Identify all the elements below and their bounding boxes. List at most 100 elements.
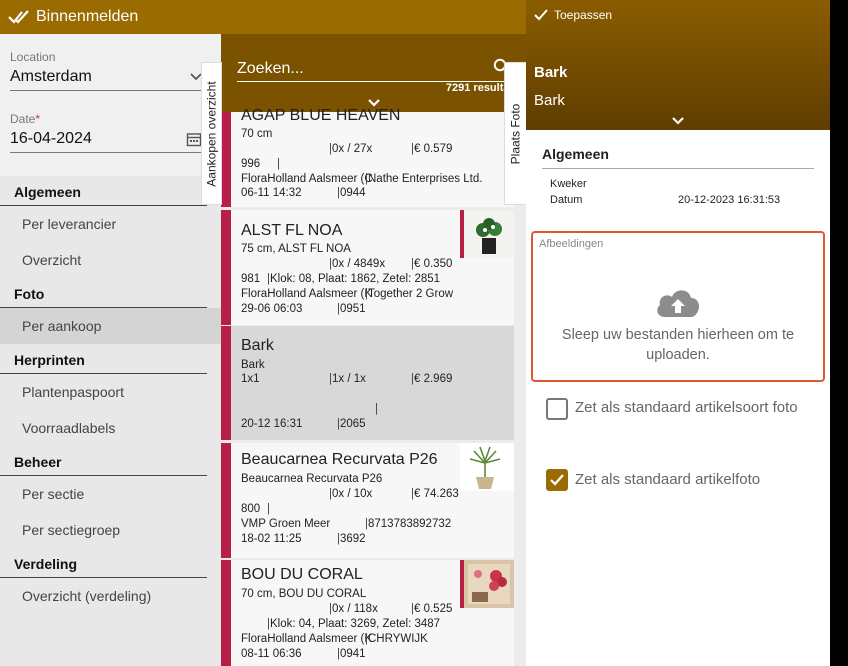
item-code: 981 <box>241 273 261 285</box>
apply-button[interactable]: Toepassen <box>534 8 612 22</box>
item-name: Bark <box>241 337 274 354</box>
search-bar: Zoeken... 7291 resultaten <box>221 34 526 112</box>
datum-value: 20-12-2023 16:31:53 <box>678 194 781 206</box>
item-price: € 2.969 <box>414 373 453 385</box>
item-code: 996 <box>241 158 261 170</box>
item-price: € 0.525 <box>414 603 453 615</box>
list-item[interactable]: Beaucarnea Recurvata P26 Beaucarnea Recu… <box>221 443 514 558</box>
menu-section-herprinten: Herprinten <box>0 344 207 374</box>
item-qty: 0x / 4849x <box>332 258 386 270</box>
app-title: Binnenmelden <box>36 8 139 25</box>
item-location: Klok: 08, Plaat: 1862, Zetel: 2851 <box>270 273 441 285</box>
date-value: 16-04-2024 <box>10 130 92 147</box>
item-location: Klok: 04, Plaat: 3269, Zetel: 3487 <box>270 618 441 630</box>
list-item-selected[interactable]: Bark Bark 1x1 |1x / 1x |€ 2.969 | 20-12 … <box>221 326 514 440</box>
dropzone-text: Sleep uw bestanden hierheen om te upload… <box>561 327 795 363</box>
tab-aankopen-overzicht[interactable]: Aankopen overzicht <box>201 62 222 205</box>
item-qty: 1x / 1x <box>332 373 366 385</box>
sidebar: Location Amsterdam Date* 16-04-2024 Alge… <box>0 34 221 666</box>
section-title: Algemeen <box>542 146 609 162</box>
list-item[interactable]: BOU DU CORAL 70 cm, BOU DU CORAL |0x / 1… <box>221 560 514 666</box>
item-supplier: FloraHolland Aalsmeer (C <box>241 173 373 185</box>
detail-subtitle: Bark <box>534 92 565 109</box>
menu-section-algemeen: Algemeen <box>0 176 207 206</box>
item-buyer: Nathe Enterprises Ltd. <box>368 173 483 185</box>
check-icon <box>550 474 564 486</box>
image-dropzone[interactable]: Afbeeldingen Sleep uw bestanden hierheen… <box>531 231 825 382</box>
item-supplier: VMP Groen Meer <box>241 518 331 530</box>
item-buyer: 8713783892732 <box>368 518 452 530</box>
menu-section-beheer: Beheer <box>0 446 207 476</box>
menu-item-per-leverancier[interactable]: Per leverancier <box>0 206 221 242</box>
item-number: 0951 <box>340 303 366 315</box>
search-placeholder: Zoeken... <box>237 60 304 77</box>
item-number: 3692 <box>340 533 366 545</box>
item-supplier: FloraHolland Aalsmeer (K <box>241 288 373 300</box>
checkbox-checked[interactable] <box>546 469 568 491</box>
item-price: € 74.263 <box>414 488 459 500</box>
location-value: Amsterdam <box>10 68 92 85</box>
app-bar: Binnenmelden <box>0 0 526 34</box>
tab-plaats-foto[interactable]: Plaats Foto <box>504 62 527 205</box>
menu-item-per-aankoop[interactable]: Per aankoop <box>0 308 221 344</box>
product-thumbnail <box>460 210 514 258</box>
item-supplier: FloraHolland Aalsmeer (K <box>241 633 373 645</box>
detail-panel: Toepassen Bark Bark Algemeen Kweker Datu… <box>526 0 830 666</box>
menu-item-per-sectie[interactable]: Per sectie <box>0 476 221 512</box>
item-number: 0941 <box>340 648 366 660</box>
chevron-down-icon[interactable] <box>671 116 685 126</box>
plant-image-icon <box>464 560 514 608</box>
list-item[interactable]: ALST FL NOA 75 cm, ALST FL NOA |0x / 484… <box>221 210 514 325</box>
item-qty: 0x / 10x <box>332 488 373 500</box>
item-buyer: CHRYWIJK <box>368 633 428 645</box>
item-sub: Bark <box>241 359 265 371</box>
item-date: 20-12 16:31 <box>241 418 303 430</box>
menu-item-plantenpaspoort[interactable]: Plantenpaspoort <box>0 374 221 410</box>
product-thumbnail <box>460 443 514 491</box>
divider <box>542 168 814 169</box>
search-input[interactable]: Zoeken... <box>237 58 511 82</box>
calendar-icon[interactable] <box>186 131 202 147</box>
item-date: 06-11 14:32 <box>241 187 302 199</box>
item-unit: 1x1 <box>241 373 260 385</box>
checkbox-artikelsoort-foto[interactable]: Zet als standaard artikelsoort foto <box>546 398 816 420</box>
item-price: € 0.579 <box>414 143 453 155</box>
item-qty: 0x / 118x <box>332 603 378 615</box>
item-date: 08-11 06:36 <box>241 648 302 660</box>
check-icon <box>534 9 548 21</box>
cloud-upload-icon <box>657 290 699 317</box>
dropzone-label: Afbeeldingen <box>539 238 604 250</box>
item-name: ALST FL NOA <box>241 222 343 239</box>
item-number: 2065 <box>340 418 366 430</box>
side-menu: Algemeen Per leverancier Overzicht Foto … <box>0 176 221 666</box>
product-thumbnail <box>460 560 514 608</box>
checkbox-artikelfoto[interactable]: Zet als standaard artikelfoto <box>546 469 816 491</box>
item-buyer: Together 2 Grow <box>368 288 454 300</box>
menu-item-overzicht[interactable]: Overzicht <box>0 242 221 278</box>
menu-item-per-sectiegroep[interactable]: Per sectiegroep <box>0 512 221 548</box>
item-name: AGAP BLUE HEAVEN <box>241 107 401 124</box>
item-price: € 0.350 <box>414 258 453 270</box>
plant-image-icon <box>464 210 514 258</box>
date-field[interactable]: Date* 16-04-2024 <box>10 112 202 153</box>
item-code: 800 <box>241 503 261 515</box>
date-label: Date <box>10 112 36 126</box>
detail-header: Toepassen Bark Bark <box>526 0 830 130</box>
kweker-label: Kweker <box>550 178 587 190</box>
menu-item-voorraadlabels[interactable]: Voorraadlabels <box>0 410 221 446</box>
location-label: Location <box>10 50 56 64</box>
list-item[interactable]: AGAP BLUE HEAVEN 70 cm |0x / 27x |€ 0.57… <box>221 107 514 207</box>
item-date: 18-02 11:25 <box>241 533 302 545</box>
item-sub: 70 cm <box>241 128 273 140</box>
detail-title: Bark <box>534 64 568 81</box>
location-select[interactable]: Location Amsterdam <box>10 50 202 91</box>
menu-section-verdeling: Verdeling <box>0 548 207 578</box>
item-sub: 75 cm, ALST FL NOA <box>241 243 351 255</box>
checkbox-unchecked[interactable] <box>546 398 568 420</box>
menu-item-overzicht-verdeling[interactable]: Overzicht (verdeling) <box>0 578 221 614</box>
datum-label: Datum <box>550 194 583 206</box>
apply-label: Toepassen <box>554 8 613 22</box>
item-sub: Beaucarnea Recurvata P26 <box>241 473 383 485</box>
item-name: BOU DU CORAL <box>241 566 363 583</box>
checkbox-artikelfoto-label: Zet als standaard artikelfoto <box>575 471 761 488</box>
